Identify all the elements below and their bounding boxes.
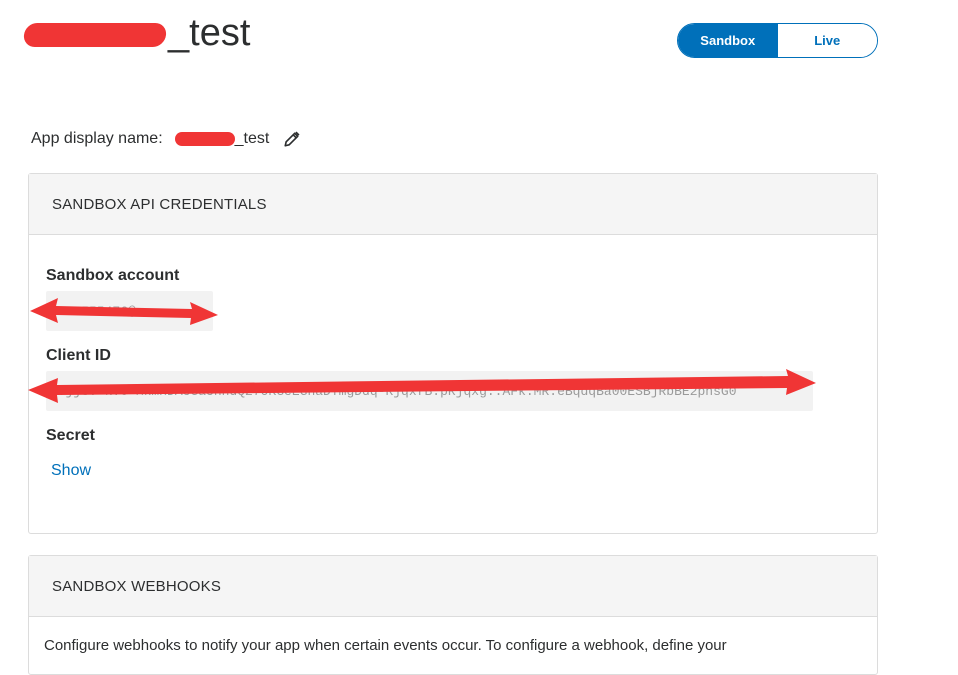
redaction-arrow: [28, 298, 816, 403]
